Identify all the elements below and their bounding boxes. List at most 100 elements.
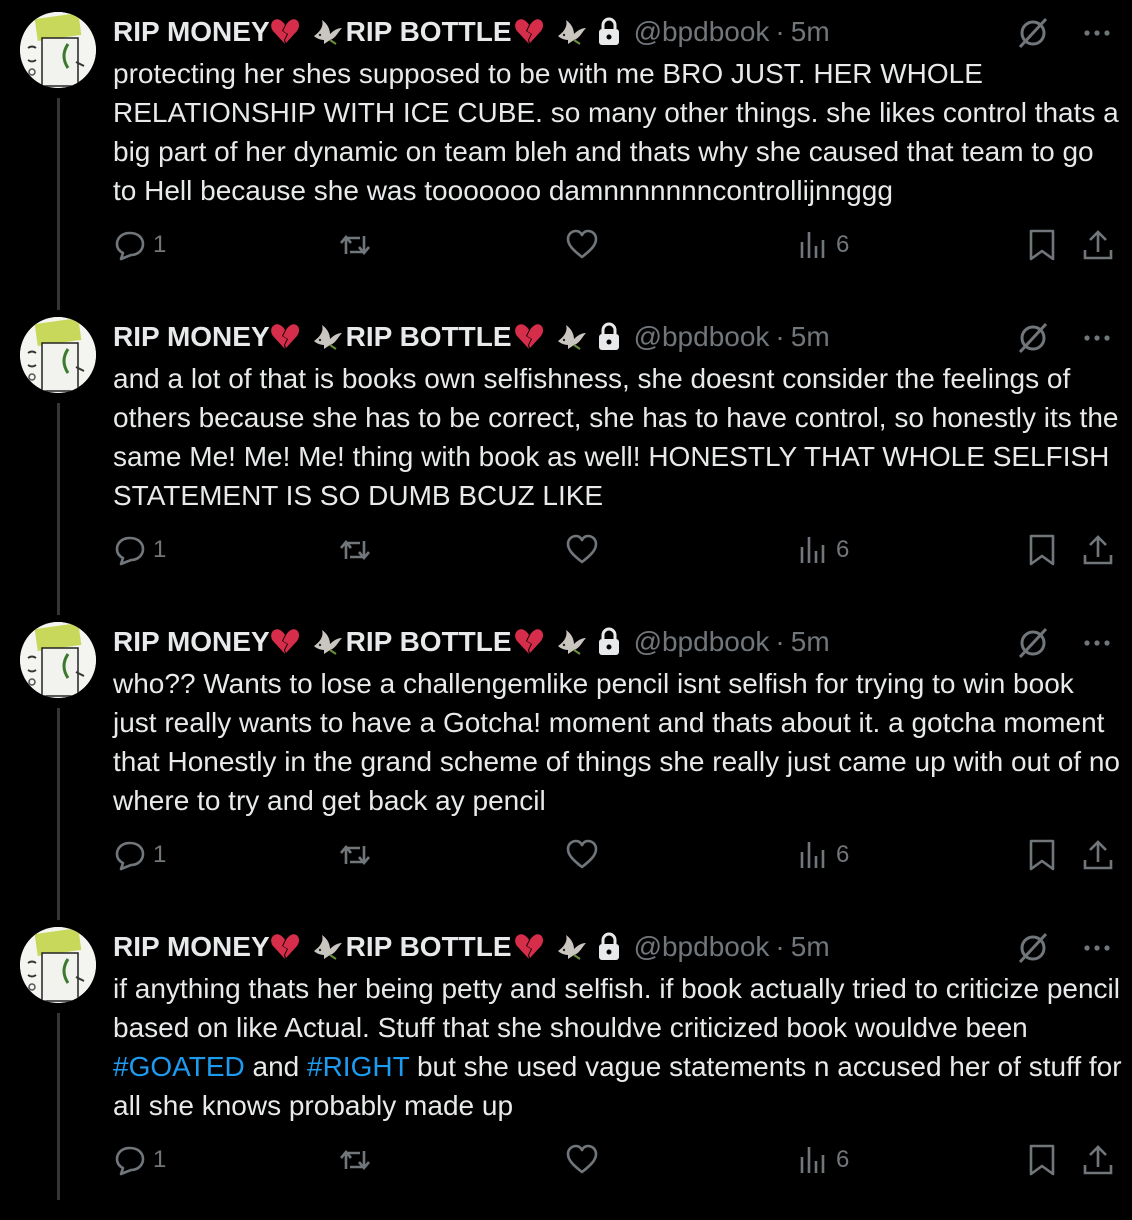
- like-button[interactable]: [565, 530, 599, 570]
- more-icon[interactable]: [1082, 628, 1112, 658]
- broken-heart-icon: [514, 629, 543, 654]
- share-icon: [1083, 1145, 1113, 1175]
- views-count: 6: [836, 231, 850, 258]
- avatar[interactable]: [20, 927, 96, 1003]
- tweet[interactable]: RIP MONEY RIP BOTTLE @bpdbook · 5m and a…: [0, 305, 1132, 610]
- tweet[interactable]: RIP MONEY RIP BOTTLE @bpdbook · 5m prote…: [0, 0, 1132, 305]
- display-name-part1: RIP MONEY: [113, 16, 270, 47]
- display-name[interactable]: RIP MONEY RIP BOTTLE: [113, 321, 590, 353]
- views-icon: [800, 842, 825, 868]
- share-button[interactable]: [1081, 225, 1115, 265]
- reply-button[interactable]: 1: [113, 835, 166, 875]
- more-icon[interactable]: [1082, 18, 1112, 48]
- display-name-part2: RIP BOTTLE: [345, 626, 512, 657]
- more-icon[interactable]: [1082, 933, 1112, 963]
- retweet-button[interactable]: [338, 1140, 372, 1180]
- reply-icon: [115, 841, 145, 871]
- display-name[interactable]: RIP MONEY RIP BOTTLE: [113, 16, 590, 48]
- broken-heart-icon: [514, 934, 543, 959]
- tweet-text: if anything thats her being petty and se…: [113, 969, 1123, 1125]
- share-icon: [1083, 230, 1113, 260]
- like-button[interactable]: [565, 225, 599, 265]
- grok-icon[interactable]: [1016, 931, 1050, 965]
- display-name-part2: RIP BOTTLE: [345, 16, 512, 47]
- display-name-part1: RIP MONEY: [113, 626, 270, 657]
- retweet-button[interactable]: [338, 530, 372, 570]
- tweet-text: who?? Wants to lose a challengemlike pen…: [113, 668, 1128, 816]
- lock-icon: [598, 322, 619, 350]
- handle[interactable]: @bpdbook: [634, 321, 770, 353]
- reply-button[interactable]: 1: [113, 1140, 166, 1180]
- handle[interactable]: @bpdbook: [634, 16, 770, 48]
- separator: ·: [775, 931, 785, 962]
- timestamp[interactable]: 5m: [791, 321, 830, 353]
- timestamp[interactable]: 5m: [791, 931, 830, 963]
- handle[interactable]: @bpdbook: [634, 626, 770, 658]
- like-icon: [566, 1144, 598, 1174]
- views-count: 6: [836, 536, 850, 563]
- separator: ·: [775, 321, 785, 352]
- tweet[interactable]: RIP MONEY RIP BOTTLE @bpdbook · 5m who??…: [0, 610, 1132, 915]
- tweet-text: protecting her shes supposed to be with …: [113, 58, 1127, 206]
- separator: ·: [775, 626, 785, 657]
- grok-icon[interactable]: [1016, 626, 1050, 660]
- broken-heart-icon: [270, 629, 299, 654]
- display-name-part2: RIP BOTTLE: [345, 321, 512, 352]
- dove-icon: [313, 935, 342, 960]
- share-button[interactable]: [1081, 530, 1115, 570]
- retweet-button[interactable]: [338, 835, 372, 875]
- like-button[interactable]: [565, 835, 599, 875]
- dove-icon: [557, 20, 586, 45]
- views-count: 6: [836, 1146, 850, 1173]
- tweet-actions: 1 6: [113, 1140, 1118, 1180]
- share-button[interactable]: [1081, 1140, 1115, 1180]
- display-name[interactable]: RIP MONEY RIP BOTTLE: [113, 931, 590, 963]
- retweet-button[interactable]: [338, 225, 372, 265]
- tweet-header: RIP MONEY RIP BOTTLE @bpdbook · 5m: [113, 14, 1112, 50]
- share-icon: [1083, 840, 1113, 870]
- handle[interactable]: @bpdbook: [634, 931, 770, 963]
- timestamp[interactable]: 5m: [791, 626, 830, 658]
- avatar[interactable]: [20, 12, 96, 88]
- avatar[interactable]: [20, 622, 96, 698]
- bookmark-button[interactable]: [1025, 530, 1059, 570]
- reply-count: 1: [153, 841, 167, 868]
- reply-count: 1: [153, 1146, 167, 1173]
- views-count: 6: [836, 841, 850, 868]
- bookmark-icon: [1029, 1144, 1055, 1176]
- views-button[interactable]: 6: [796, 225, 849, 265]
- like-icon: [566, 534, 598, 564]
- tweet[interactable]: RIP MONEY RIP BOTTLE @bpdbook · 5m if an…: [0, 915, 1132, 1220]
- grok-icon[interactable]: [1016, 16, 1050, 50]
- views-button[interactable]: 6: [796, 835, 849, 875]
- dove-icon: [313, 630, 342, 655]
- avatar[interactable]: [20, 317, 96, 393]
- separator: ·: [775, 16, 785, 47]
- views-icon: [800, 1147, 825, 1173]
- views-icon: [800, 537, 825, 563]
- like-button[interactable]: [565, 1140, 599, 1180]
- like-icon: [566, 229, 598, 259]
- bookmark-button[interactable]: [1025, 835, 1059, 875]
- timestamp[interactable]: 5m: [791, 16, 830, 48]
- broken-heart-icon: [270, 934, 299, 959]
- more-icon[interactable]: [1082, 323, 1112, 353]
- retweet-icon: [340, 1149, 370, 1171]
- hashtag-link[interactable]: #RIGHT: [307, 1051, 409, 1082]
- tweet-header: RIP MONEY RIP BOTTLE @bpdbook · 5m: [113, 319, 1112, 355]
- views-button[interactable]: 6: [796, 1140, 849, 1180]
- reply-button[interactable]: 1: [113, 530, 166, 570]
- lock-icon: [598, 627, 619, 655]
- dove-icon: [313, 325, 342, 350]
- reply-button[interactable]: 1: [113, 225, 166, 265]
- display-name-part1: RIP MONEY: [113, 321, 270, 352]
- grok-icon[interactable]: [1016, 321, 1050, 355]
- bookmark-button[interactable]: [1025, 225, 1059, 265]
- display-name[interactable]: RIP MONEY RIP BOTTLE: [113, 626, 590, 658]
- like-icon: [566, 839, 598, 869]
- share-button[interactable]: [1081, 835, 1115, 875]
- hashtag-link[interactable]: #GOATED: [113, 1051, 245, 1082]
- views-button[interactable]: 6: [796, 530, 849, 570]
- retweet-icon: [340, 844, 370, 866]
- bookmark-button[interactable]: [1025, 1140, 1059, 1180]
